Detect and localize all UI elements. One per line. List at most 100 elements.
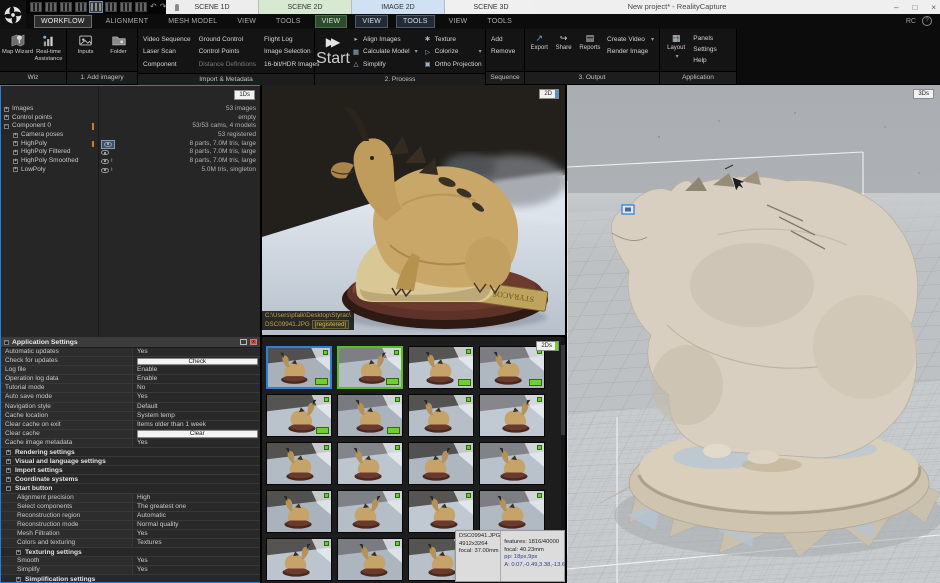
tree-expander-icon[interactable]: − bbox=[4, 124, 9, 129]
ribbon-tab-view-1[interactable]: VIEW bbox=[231, 16, 262, 27]
tree-expander-icon[interactable]: + bbox=[13, 133, 18, 138]
render-image-button[interactable]: Render Image bbox=[607, 46, 654, 59]
simplify-button[interactable]: △Simplify bbox=[352, 58, 418, 71]
settings-maximize-icon[interactable] bbox=[240, 339, 247, 345]
setting-value[interactable]: Yes bbox=[137, 566, 148, 573]
panels-button[interactable]: Panels bbox=[693, 33, 731, 44]
image-selection-button[interactable]: Image Selection bbox=[264, 46, 319, 59]
video-sequence-button[interactable]: Video Sequence bbox=[143, 33, 191, 46]
view-type-badge-1ds[interactable]: 1Ds bbox=[234, 90, 255, 100]
ribbon-tab-view-scene2d[interactable]: VIEW bbox=[315, 15, 348, 28]
chevron-down-icon[interactable]: ▾ bbox=[413, 48, 418, 55]
setting-value[interactable]: Textures bbox=[137, 539, 162, 546]
ribbon-tab-mesh-model[interactable]: MESH MODEL bbox=[162, 16, 223, 27]
reports-button[interactable]: ▤ Reports bbox=[576, 31, 604, 71]
image-thumbnail[interactable] bbox=[266, 346, 332, 389]
maximize-button[interactable]: □ bbox=[912, 3, 917, 12]
section-expander-icon[interactable]: − bbox=[6, 486, 11, 491]
flight-log-button[interactable]: Flight Log bbox=[264, 33, 319, 46]
setting-value[interactable]: System temp bbox=[137, 412, 175, 419]
chevron-down-icon[interactable]: ▾ bbox=[649, 36, 654, 43]
tree-row[interactable]: +HighPoly Smoothedt8 parts, 7.0M tris, l… bbox=[1, 157, 260, 166]
tree-row[interactable]: −Component 053/53 cams, 4 models bbox=[1, 122, 260, 131]
section-expander-icon[interactable]: + bbox=[16, 577, 21, 582]
section-expander-icon[interactable]: + bbox=[6, 450, 11, 455]
settings-section-row[interactable]: −Start button bbox=[1, 484, 260, 493]
setting-value[interactable]: Normal quality bbox=[137, 521, 179, 528]
create-video-button[interactable]: Create Video▾ bbox=[607, 33, 654, 46]
settings-close-icon[interactable]: x bbox=[250, 339, 257, 345]
eye-icon[interactable] bbox=[101, 150, 109, 155]
camera-marker[interactable] bbox=[622, 205, 634, 214]
ortho-projection-button[interactable]: ▣Ortho Projection bbox=[424, 58, 482, 71]
image-thumbnail[interactable] bbox=[337, 490, 403, 533]
eye-icon[interactable] bbox=[101, 140, 115, 149]
export-button[interactable]: ↗ Export bbox=[527, 31, 551, 71]
layout-preset-icon[interactable] bbox=[135, 2, 147, 12]
tree-row[interactable]: +HighPoly8 parts, 7.0M tris, large bbox=[1, 140, 260, 149]
align-images-button[interactable]: ▸Align Images bbox=[352, 33, 418, 46]
setting-value[interactable]: No bbox=[137, 384, 145, 391]
tree-row[interactable]: +Camera poses53 registered bbox=[1, 131, 260, 140]
tree-row[interactable]: +Control pointsempty bbox=[1, 114, 260, 123]
image-thumbnail[interactable] bbox=[337, 394, 403, 437]
component-button[interactable]: Component bbox=[143, 58, 191, 71]
image-thumbnail[interactable] bbox=[408, 346, 474, 389]
add-button[interactable]: Add bbox=[491, 33, 519, 46]
texture-button[interactable]: ✱Texture bbox=[424, 33, 482, 46]
ribbon-tab-view-image2d[interactable]: VIEW bbox=[355, 15, 388, 28]
ribbon-tab-tools-image2d[interactable]: TOOLS bbox=[396, 15, 435, 28]
setting-value[interactable]: Yes bbox=[137, 530, 148, 537]
inputs-button[interactable]: Inputs bbox=[69, 31, 102, 71]
image-thumbnail[interactable] bbox=[266, 490, 332, 533]
help-circle-icon[interactable]: ? bbox=[922, 16, 932, 26]
setting-value[interactable]: The greatest one bbox=[137, 503, 186, 510]
ribbon-tab-alignment[interactable]: ALIGNMENT bbox=[100, 16, 155, 27]
eye-icon[interactable] bbox=[101, 159, 109, 164]
tree-row[interactable]: +Images53 images bbox=[1, 105, 260, 114]
settings-button[interactable]: Settings bbox=[693, 44, 731, 55]
scene-3d-viewport[interactable]: 3Ds bbox=[567, 85, 940, 583]
image-thumbnail[interactable] bbox=[337, 442, 403, 485]
hdr-images-button[interactable]: 16-bit/HDR Images bbox=[264, 58, 319, 71]
view-type-badge-2ds[interactable]: 2Ds bbox=[536, 341, 559, 351]
settings-section-row[interactable]: +Texturing settings bbox=[1, 548, 260, 557]
setting-value[interactable]: Yes bbox=[137, 439, 148, 446]
remove-button[interactable]: Remove bbox=[491, 46, 519, 59]
tree-row[interactable]: +LowPolyt5.0M tris, singleton bbox=[1, 166, 260, 175]
layout-preset-icon[interactable] bbox=[75, 2, 87, 12]
setting-value[interactable]: Automatic bbox=[137, 512, 166, 519]
layout-preset-icon[interactable] bbox=[105, 2, 117, 12]
tab-scene-1d[interactable]: SCENE 1D bbox=[166, 0, 259, 14]
setting-value[interactable]: Items older than 1 week bbox=[137, 421, 206, 428]
tab-scene-3d[interactable]: SCENE 3D bbox=[445, 0, 537, 14]
close-button[interactable]: × bbox=[931, 3, 936, 12]
share-button[interactable]: ↪ Share bbox=[551, 31, 575, 71]
setting-value[interactable]: Enable bbox=[137, 366, 157, 373]
layout-preset-icon[interactable] bbox=[30, 2, 42, 12]
section-expander-icon[interactable]: + bbox=[16, 550, 21, 555]
image-thumbnail[interactable] bbox=[408, 442, 474, 485]
image-thumbnail[interactable] bbox=[479, 394, 545, 437]
scrollbar-thumb[interactable] bbox=[561, 345, 565, 435]
image-thumbnail[interactable] bbox=[266, 442, 332, 485]
setting-value[interactable]: Default bbox=[137, 403, 158, 410]
tree-expander-icon[interactable]: + bbox=[4, 115, 9, 120]
setting-value[interactable]: Yes bbox=[137, 348, 148, 355]
tab-scene-2d[interactable]: SCENE 2D bbox=[259, 0, 352, 14]
colorize-button[interactable]: ▷Colorize▾ bbox=[424, 46, 482, 59]
image-thumbnail[interactable] bbox=[408, 490, 474, 533]
tree-expander-icon[interactable]: + bbox=[13, 159, 18, 164]
view-type-badge-3ds[interactable]: 3Ds bbox=[913, 89, 934, 99]
image-thumbnail[interactable] bbox=[408, 394, 474, 437]
ribbon-tab-tools-scene3d[interactable]: TOOLS bbox=[481, 16, 518, 27]
section-expander-icon[interactable]: + bbox=[6, 468, 11, 473]
image-thumbnail[interactable] bbox=[479, 442, 545, 485]
view-type-badge-2d[interactable]: 2D bbox=[539, 89, 559, 99]
settings-section-row[interactable]: +Simplification settings bbox=[1, 575, 260, 582]
undo-icon[interactable]: ↶ bbox=[150, 3, 157, 11]
tree-row[interactable]: +HighPoly Filtered8 parts, 7.0M tris, la… bbox=[1, 148, 260, 157]
tree-expander-icon[interactable]: + bbox=[13, 150, 18, 155]
eye-icon[interactable] bbox=[101, 168, 109, 173]
layout-preset-icon[interactable] bbox=[45, 2, 57, 12]
